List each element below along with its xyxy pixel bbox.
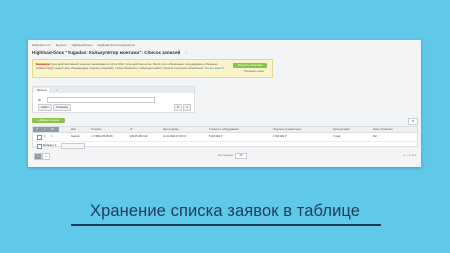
breadcrumb-item[interactable]: Рабочий стол bbox=[32, 43, 51, 47]
gear-icon[interactable]: ⚙ bbox=[408, 118, 418, 125]
id-input[interactable] bbox=[47, 97, 155, 103]
col-id[interactable]: ID bbox=[51, 128, 54, 131]
renew-license-button[interactable]: Продлить лицензию bbox=[233, 63, 267, 68]
col-processed[interactable]: Заказ обработан bbox=[373, 128, 393, 131]
tab-filter[interactable]: Фильтр bbox=[34, 88, 50, 93]
caption-underline bbox=[71, 224, 381, 226]
footer-checkbox[interactable] bbox=[37, 143, 42, 149]
selected-count: Выбрано: 0 bbox=[43, 143, 57, 147]
total-count: 1 — 1 из 1 bbox=[403, 154, 416, 157]
select-all-icon[interactable]: ☐ bbox=[36, 128, 38, 131]
remind-later-link[interactable]: Напомнить позже bbox=[244, 70, 264, 73]
col-ip[interactable]: IP bbox=[130, 128, 132, 131]
per-page-select[interactable]: 20 bbox=[235, 153, 247, 159]
header-select[interactable]: ☐ ⋮ ID bbox=[33, 127, 59, 132]
row-menu-icon[interactable]: ≡ bbox=[44, 135, 45, 138]
settings-icon[interactable]: ⋮ bbox=[43, 128, 46, 131]
cell-processed: Нет bbox=[373, 134, 378, 138]
col-phone[interactable]: Телефон bbox=[91, 128, 101, 131]
cell-name: Сергей bbox=[71, 134, 80, 138]
id-label: ID bbox=[38, 98, 41, 102]
col-equipment-cost[interactable]: Стоимость оборудования bbox=[209, 128, 239, 131]
cell-ip: 192.25.252.142 bbox=[130, 134, 148, 138]
col-delivery[interactable]: Срок доставки bbox=[333, 128, 350, 131]
page-current[interactable]: 1 bbox=[34, 153, 42, 160]
cell-id: 1 bbox=[51, 134, 53, 138]
cell-order: 1 500 000 Р bbox=[273, 134, 287, 138]
breadcrumb-item[interactable]: Контент bbox=[56, 43, 67, 47]
col-name[interactable]: Имя bbox=[71, 128, 76, 131]
cell-equipment-cost: 5 000 000 Р bbox=[209, 134, 223, 138]
filter-options-icon[interactable]: ⚙ bbox=[174, 104, 182, 111]
notice-link[interactable]: Что это значит? bbox=[205, 67, 225, 70]
filter-tabs: Фильтр + bbox=[33, 87, 194, 93]
star-icon[interactable]: ☆ bbox=[184, 50, 188, 55]
col-datetime[interactable]: Дата и время bbox=[163, 128, 179, 131]
table-footer: Выбрано: 0 bbox=[33, 141, 417, 149]
admin-window: Рабочий стол Контент Highload-блоки High… bbox=[28, 40, 421, 167]
breadcrumb: Рабочий стол Контент Highload-блоки High… bbox=[32, 43, 139, 47]
page-title: Highload-блок "Yugadas: Калькулятор монт… bbox=[32, 50, 189, 55]
cell-delivery: 3 года bbox=[333, 134, 341, 138]
filter-panel: Фильтр + ID Найти Отменить ⚙ ✕ bbox=[32, 86, 195, 113]
find-button[interactable]: Найти bbox=[38, 104, 52, 111]
per-page-label: На странице: bbox=[218, 154, 234, 157]
notice-text: Внимание! Срок действия вашей лицензии з… bbox=[36, 63, 225, 70]
cell-phone: +7 (999) 253-95-98 bbox=[91, 134, 113, 138]
row-checkbox[interactable] bbox=[37, 134, 42, 140]
records-table: ☐ ⋮ ID Имя Телефон IP Дата и время Стоим… bbox=[32, 126, 418, 149]
col-order[interactable]: Подключительный заказ bbox=[273, 128, 301, 131]
pagination: 1 » На странице: 20 1 — 1 из 1 bbox=[32, 151, 418, 161]
cell-datetime: 21.11.2022 17:33:03 bbox=[163, 134, 186, 138]
caption: Хранение списка заявок в таблице bbox=[89, 202, 361, 220]
add-record-button[interactable]: + Добавить запись bbox=[32, 118, 65, 123]
breadcrumb-item[interactable]: Highload-блоки bbox=[72, 43, 93, 47]
breadcrumb-item[interactable]: Highload-блок Калькулятор bbox=[97, 43, 135, 47]
cancel-button[interactable]: Отменить bbox=[53, 104, 71, 111]
filter-close-icon[interactable]: ✕ bbox=[183, 104, 191, 111]
page-next[interactable]: » bbox=[42, 153, 50, 160]
table-row[interactable]: ≡ 1 Сергей +7 (999) 253-95-98 192.25.252… bbox=[33, 133, 417, 140]
license-notice: Внимание! Срок действия вашей лицензии з… bbox=[32, 59, 273, 78]
tab-add[interactable]: + bbox=[53, 88, 61, 93]
group-action-select[interactable] bbox=[61, 143, 85, 149]
